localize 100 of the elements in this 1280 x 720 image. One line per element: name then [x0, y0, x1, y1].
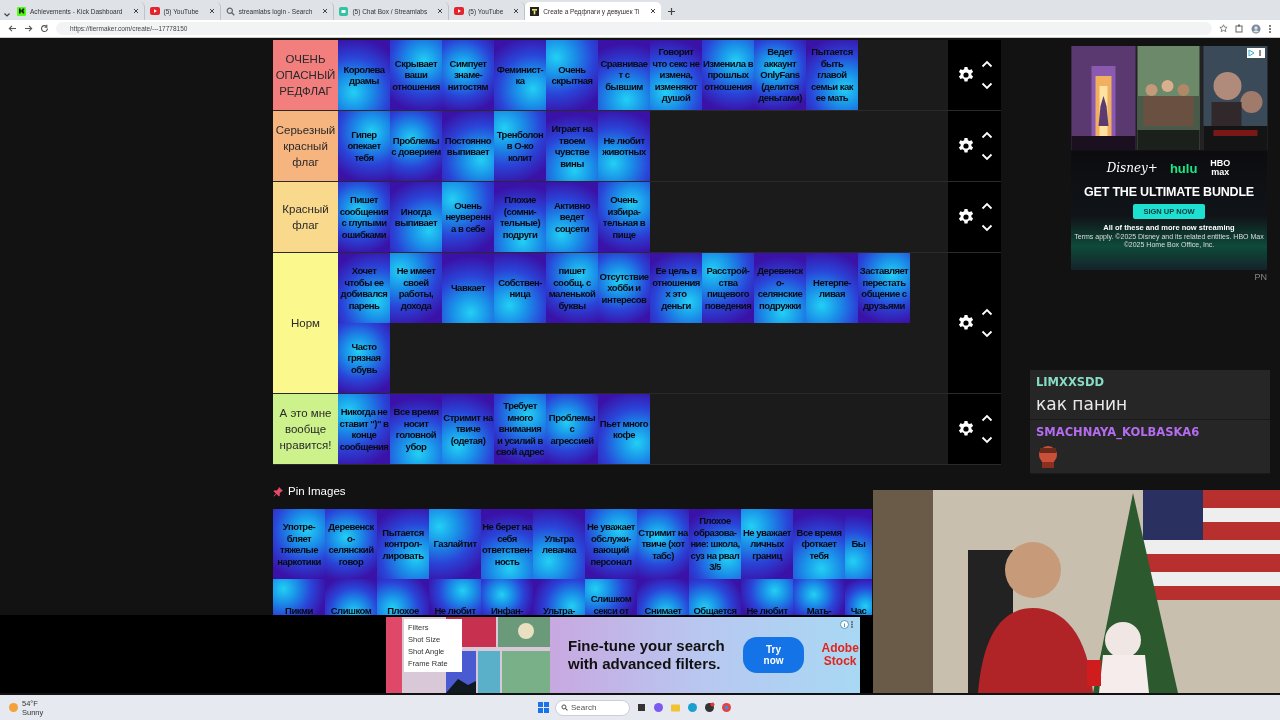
pin-item[interactable]: Стримит на твиче (хот табс) [637, 509, 689, 579]
tier-item[interactable]: Феминист-ка [494, 40, 546, 110]
pin-item[interactable]: Плохое [377, 579, 429, 618]
tier-item[interactable]: Активно ведет соцсети [546, 182, 598, 252]
move-down-icon[interactable] [980, 224, 993, 232]
tier-item[interactable]: Скрывает ваши отношения [390, 40, 442, 110]
star-icon[interactable] [1219, 24, 1228, 33]
brand-logo: Disney+ [1106, 161, 1158, 175]
windows-icon[interactable] [538, 702, 549, 713]
tier-item[interactable]: Очень избира-тельная в пище [598, 182, 650, 252]
pin-item[interactable]: Употре-бляет тяжелые наркотики [273, 509, 325, 579]
back-icon[interactable] [8, 24, 17, 33]
tier-item[interactable]: Очень неуверенна в себе [442, 182, 494, 252]
move-up-icon[interactable] [980, 60, 993, 68]
tier-item[interactable]: Говорит что секс не измена, изменяют душой [650, 40, 702, 110]
task-view-icon[interactable] [636, 702, 647, 713]
settings-icon[interactable] [956, 314, 975, 332]
tier-item[interactable]: Проблемы с доверием [390, 111, 442, 181]
tier-item[interactable]: Хочет чтобы ее добивался парень [338, 253, 390, 323]
move-down-icon[interactable] [980, 153, 993, 161]
settings-icon[interactable] [956, 208, 975, 226]
tier-item[interactable]: Очень скрытная [546, 40, 598, 110]
close-icon[interactable] [513, 8, 520, 14]
settings-icon[interactable] [956, 66, 975, 84]
pin-item[interactable]: Слишком секси от [585, 579, 637, 618]
pin-item[interactable]: Слишком [325, 579, 377, 618]
pin-item[interactable]: Не берет на себя ответствен-ность [481, 509, 533, 579]
close-icon[interactable] [208, 8, 215, 14]
tier-item[interactable]: Играет на твоем чувстве вины [546, 111, 598, 181]
tier-item[interactable]: Чавкает [442, 253, 494, 323]
tier-item[interactable]: Отсутствие хобби и интересов [598, 253, 650, 323]
new-tab-icon[interactable] [666, 7, 676, 16]
search-field[interactable]: Search [555, 699, 630, 716]
tier-item[interactable]: Пишет сообщения с глупыми ошибками [338, 182, 390, 252]
tier-item[interactable]: Собствен-ница [494, 253, 546, 323]
info-icon[interactable] [840, 620, 856, 629]
tier-item[interactable]: Никогда не ставит ")" в конце сообщения [338, 394, 390, 464]
tier-item[interactable]: Изменила в прошлых отношения [702, 40, 754, 110]
move-down-icon[interactable] [980, 330, 993, 338]
settings-icon[interactable] [956, 420, 975, 438]
tier-item[interactable]: Расстрой-ства пищевого поведения [702, 253, 754, 323]
reload-icon[interactable] [40, 24, 49, 33]
tier-item[interactable]: Симпует знаме-нитостям [442, 40, 494, 110]
pin-item[interactable]: Общается [689, 579, 741, 618]
forward-icon[interactable] [24, 24, 33, 33]
tier-item[interactable]: Тренболон в О-ко колит [494, 111, 546, 181]
pin-item[interactable]: Не уважает личных границ [741, 509, 793, 579]
tier-item[interactable]: Все время носит головной убор [390, 394, 442, 464]
close-icon[interactable] [322, 8, 329, 14]
tier-item[interactable]: пишет сообщ. с маленькой буквы [546, 253, 598, 323]
tier-item[interactable]: Ведет аккаунт OnlyFans (делится деньгами) [754, 40, 806, 110]
tier-item[interactable]: Ее цель в отношениях это деньги [650, 253, 702, 323]
tier-item[interactable]: Нетерпе-ливая [806, 253, 858, 323]
ad-choices-icon[interactable] [1247, 48, 1265, 58]
tier-label: Красный флаг [273, 182, 338, 252]
tier-item[interactable]: Гипер опекает тебя [338, 111, 390, 181]
chat-username[interactable]: SMACHNAYA_KOLBASKA6 [1036, 425, 1264, 439]
pin-item[interactable]: Ультра левачка [533, 509, 585, 579]
tier-item[interactable]: Часто грязная обувь [338, 323, 390, 393]
pin-item[interactable]: Деревенско-селянский говор [325, 509, 377, 579]
tier-item[interactable]: Сравнивает с бывшим [598, 40, 650, 110]
tier-item[interactable]: Стримит на твиче (одетая) [442, 394, 494, 464]
pin-item[interactable]: Не уважает обслужи-вающий персонал [585, 509, 637, 579]
tier-item[interactable]: Деревенско-селянские подружки [754, 253, 806, 323]
pin-item[interactable]: Все время фоткает тебя [793, 509, 845, 579]
move-up-icon[interactable] [980, 131, 993, 139]
tier-item[interactable]: Не любит животных [598, 111, 650, 181]
tier-item[interactable]: Требует много внимания и усилий в свой адрес [494, 394, 546, 464]
settings-icon[interactable] [956, 137, 975, 155]
move-down-icon[interactable] [980, 82, 993, 90]
pin-item[interactable]: Снимает [637, 579, 689, 618]
more-icon[interactable] [1268, 23, 1272, 34]
move-down-icon[interactable] [980, 436, 993, 444]
try-now-button[interactable]: Try now [742, 637, 805, 673]
pin-item[interactable]: Газлайтит [429, 509, 481, 579]
tier-item[interactable]: Заставляет перестать общение с друзьями [858, 253, 910, 323]
move-up-icon[interactable] [980, 414, 993, 422]
close-icon[interactable] [132, 8, 139, 14]
tier-item[interactable]: Плохие (сомни-тельные) подруги [494, 182, 546, 252]
youtube-icon [149, 7, 160, 15]
tier-item[interactable]: Проблемы с агрессией [546, 394, 598, 464]
pin-item[interactable]: Ультра- [533, 579, 585, 618]
pin-item[interactable]: Бы [845, 509, 872, 579]
tier-item[interactable]: Пытается быть главой семьи как ее мать [806, 40, 858, 110]
profile-icon[interactable] [1251, 23, 1261, 34]
chat-username[interactable]: LIMXXSDD [1036, 375, 1264, 389]
tier-item[interactable]: Королева драмы [338, 40, 390, 110]
tier-item[interactable]: Пьет много кофе [598, 394, 650, 464]
close-icon[interactable] [437, 8, 444, 14]
tier-item[interactable]: Иногда выпивает [390, 182, 442, 252]
ad-headline: Fine-tune your search with advanced filters. [568, 637, 726, 673]
weather-icon [8, 702, 19, 713]
ad-banner[interactable]: Fine-tune your search with advanced filters. Try now Adobe Stock [550, 617, 860, 693]
pin-item[interactable]: Пытается контрол-лировать [377, 509, 429, 579]
tier-item[interactable]: Не имеет своей работы, дохода [390, 253, 442, 323]
tier-item[interactable]: Постоянно выпивает [442, 111, 494, 181]
pin-item[interactable]: Плохое образова-ние: школа, суз на рвал 3/5 [689, 509, 741, 579]
move-up-icon[interactable] [980, 202, 993, 210]
move-up-icon[interactable] [980, 308, 993, 316]
close-icon[interactable] [649, 8, 656, 14]
